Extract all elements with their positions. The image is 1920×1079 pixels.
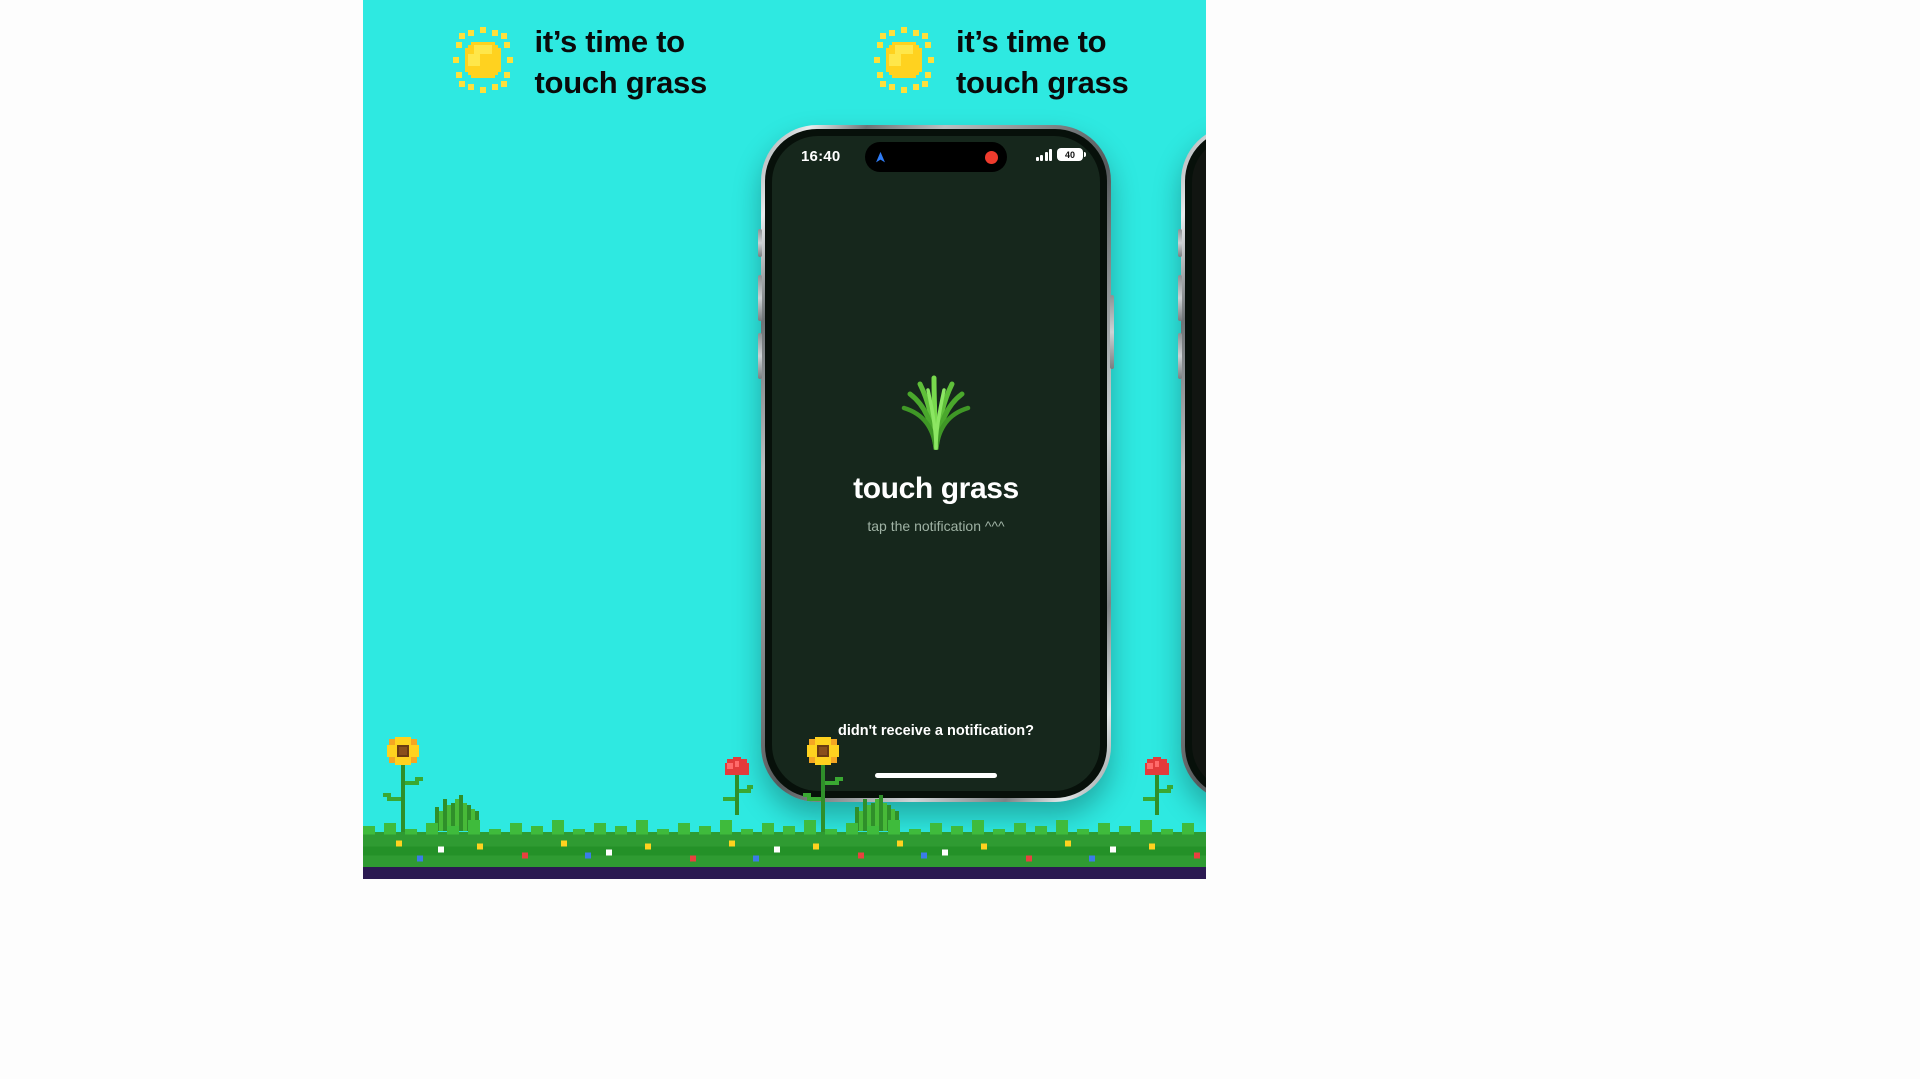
status-time: 16:40 — [801, 148, 841, 165]
status-right-icons: 40 — [1035, 148, 1086, 161]
banner-headers: it’s time to touch grass it’s time to to… — [363, 10, 1206, 122]
home-indicator[interactable] — [875, 773, 997, 778]
volume-down-button[interactable] — [758, 333, 762, 379]
banner-headline-right: it’s time to touch grass — [956, 16, 1129, 104]
status-bar: 16:40 40 — [1192, 136, 1206, 178]
phone-right-screen: 16:40 40 — [1192, 136, 1206, 791]
pixel-sun-icon — [862, 18, 946, 102]
app-header: touch grass 0 skips — [1192, 178, 1206, 222]
headline-line-1: it’s time to — [534, 24, 686, 59]
page-root: it’s time to touch grass it’s time to to… — [0, 0, 1920, 1079]
record-dot-icon — [985, 150, 998, 164]
pixel-tulip-icon — [1135, 753, 1179, 815]
power-button[interactable] — [1110, 295, 1114, 369]
page-subtitle: tap the notification ^^^ — [867, 518, 1005, 534]
volume-up-button[interactable] — [1178, 275, 1182, 321]
unlock-options: 15 minutes 60 minutes until sunset rest … — [1192, 530, 1206, 742]
headline-line-2: touch grass — [956, 64, 1129, 100]
no-notification-link[interactable]: didn't receive a notification? — [772, 723, 1100, 739]
mute-switch[interactable] — [1178, 229, 1182, 257]
phone-left-content: touch grass tap the notification ^^^ did… — [772, 178, 1100, 791]
pixel-grass-tuft-icon — [427, 791, 487, 831]
banner-header-left: it’s time to touch grass — [363, 10, 785, 122]
promo-stage: it’s time to touch grass it’s time to to… — [363, 0, 1206, 879]
pixel-sun-icon — [441, 18, 525, 102]
status-bar: 16:40 40 — [772, 136, 1100, 178]
pixel-sunflower-icon — [375, 725, 431, 835]
phone-right: 16:40 40 — [1178, 125, 1206, 802]
battery-level: 40 — [1064, 149, 1075, 160]
cellular-bars-icon — [1035, 149, 1052, 161]
headline-line-2: touch grass — [534, 64, 708, 100]
grass-tuft-icon — [890, 374, 982, 451]
page-title: touch grass — [853, 472, 1019, 505]
banner-header-right: it’s time to touch grass — [785, 10, 1207, 122]
mute-switch[interactable] — [758, 229, 762, 257]
pixel-tulip-icon — [715, 753, 759, 815]
battery-icon: 40 — [1057, 148, 1086, 161]
volume-up-button[interactable] — [758, 275, 762, 321]
volume-down-button[interactable] — [1178, 333, 1182, 379]
phone-left: 16:40 40 touch grass tap the notificatio… — [758, 125, 1114, 802]
location-arrow-icon — [874, 151, 887, 164]
banner-headline-left: it’s time to touch grass — [534, 16, 708, 104]
pixel-grass-band — [363, 817, 1206, 879]
headline-line-1: it’s time to — [956, 24, 1107, 59]
phone-left-screen: 16:40 40 touch grass tap the notificatio… — [772, 136, 1100, 791]
dynamic-island — [865, 142, 1007, 172]
unlock-title: unlock your apps — [1192, 490, 1206, 514]
